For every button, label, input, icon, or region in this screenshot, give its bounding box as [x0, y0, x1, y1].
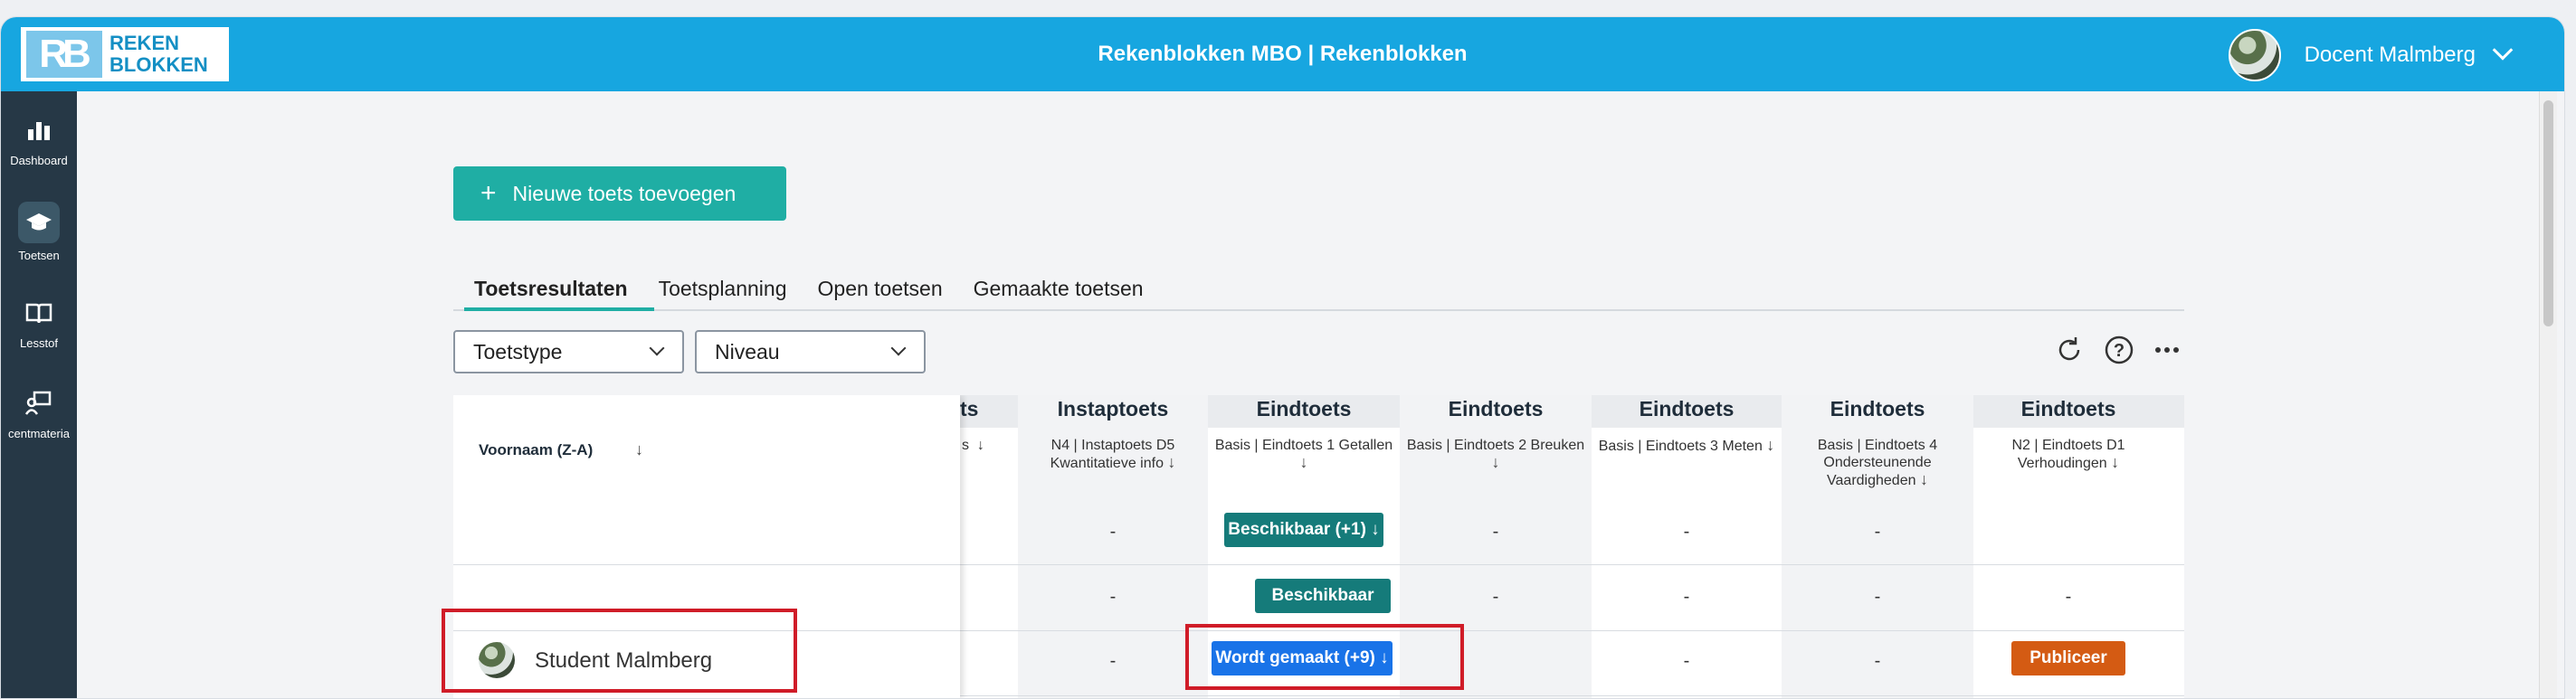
- column-subtitle[interactable]: Basis | Eindtoets 1 Getallen ↓: [1212, 437, 1396, 472]
- graduation-cap-icon: [18, 202, 60, 243]
- column-title: Eindtoets: [1830, 397, 1925, 420]
- add-test-label: Nieuwe toets toevoegen: [512, 181, 737, 205]
- bar-chart-icon: [1, 117, 77, 148]
- column-subtitle[interactable]: N4 | Instaptoets D5 Kwantitatieve info ↓: [1022, 437, 1204, 472]
- sort-arrow-icon: ↓: [1766, 436, 1775, 454]
- sidebar-item-dashboard[interactable]: Dashboard: [1, 117, 77, 167]
- column-subtitle[interactable]: N2 | Eindtoets D1 Verhoudingen ↓: [1977, 437, 2160, 472]
- vertical-scrollbar[interactable]: [2539, 91, 2557, 698]
- status-badge-beschikbaar[interactable]: Beschikbaar (+1) ↓: [1224, 513, 1383, 547]
- user-menu[interactable]: Docent Malmberg: [2228, 29, 2514, 81]
- sort-arrow-icon: ↓: [1491, 453, 1500, 471]
- highlight-status-badge: [1185, 624, 1464, 690]
- table-cell: -: [1109, 522, 1117, 542]
- column-subtitle[interactable]: Basis | Eindtoets 3 Meten ↓: [1595, 437, 1778, 455]
- top-bar: RB REKEN BLOKKEN Rekenblokken MBO | Reke…: [1, 17, 2564, 91]
- toetstype-value: Toetstype: [473, 340, 563, 364]
- table-cell: -: [1492, 587, 1499, 607]
- niveau-select[interactable]: Niveau: [695, 330, 926, 373]
- tab-divider: [453, 309, 2184, 311]
- table-cell: -: [1683, 522, 1690, 542]
- status-badge-beschikbaar[interactable]: Beschikbaar: [1255, 579, 1391, 613]
- column-title: ts: [960, 397, 979, 420]
- table-cell: -: [2065, 587, 2072, 607]
- app-title: Rekenblokken MBO | Rekenblokken: [1098, 42, 1468, 66]
- tab-gemaakte-toetsen[interactable]: Gemaakte toetsen: [974, 277, 1144, 313]
- column-subtitle[interactable]: Basis | Eindtoets 2 Breuken ↓: [1403, 437, 1588, 472]
- sidebar: Dashboard Toetsen Lesstof centmateria: [1, 91, 77, 698]
- help-icon[interactable]: ?: [2104, 335, 2134, 373]
- chevron-down-icon: [890, 340, 907, 356]
- sidebar-item-label: Toetsen: [18, 249, 60, 262]
- user-name: Docent Malmberg: [2304, 43, 2476, 67]
- column-title: Eindtoets: [1639, 397, 1735, 420]
- sort-arrow-icon: ↓: [634, 440, 643, 458]
- table-cell: -: [1874, 587, 1881, 607]
- table-cell: -: [1109, 651, 1117, 671]
- plus-icon: +: [480, 178, 497, 208]
- sidebar-item-docentmateriaal[interactable]: centmateria: [1, 390, 77, 440]
- chevron-down-icon: [2492, 40, 2514, 61]
- refresh-icon[interactable]: [2054, 335, 2085, 373]
- tab-toetsplanning[interactable]: Toetsplanning: [659, 277, 787, 313]
- teacher-board-icon: [1, 390, 77, 421]
- highlight-student-name: [442, 609, 797, 693]
- sidebar-item-label: Dashboard: [10, 154, 68, 167]
- name-column-header[interactable]: Voornaam (Z-A) ↓: [479, 440, 643, 459]
- sort-arrow-icon[interactable]: s ↓: [962, 437, 1014, 454]
- user-avatar: [2228, 29, 2281, 81]
- sidebar-item-label: Lesstof: [20, 336, 58, 350]
- table-cell: -: [1683, 587, 1690, 607]
- active-tab-indicator: [464, 307, 654, 311]
- sort-arrow-icon: ↓: [2111, 453, 2120, 471]
- sidebar-item-lesstof[interactable]: Lesstof: [1, 301, 77, 350]
- table-cell: -: [1874, 651, 1881, 671]
- sidebar-item-label: centmateria: [8, 427, 70, 440]
- add-test-button[interactable]: + Nieuwe toets toevoegen: [453, 166, 786, 221]
- column-subtitle[interactable]: Basis | Eindtoets 4 Ondersteunende Vaard…: [1785, 437, 1970, 489]
- sort-arrow-icon: ↓: [1167, 453, 1176, 471]
- table-cell: -: [1874, 522, 1881, 542]
- column-title: Eindtoets: [1256, 397, 1352, 420]
- column-title: Instaptoets: [1057, 397, 1169, 420]
- column-title: Eindtoets: [2020, 397, 2116, 420]
- more-options-icon[interactable]: [2152, 335, 2182, 373]
- publiceer-button[interactable]: Publiceer: [2011, 641, 2125, 675]
- scrollbar-thumb[interactable]: [2543, 100, 2553, 326]
- sort-arrow-icon: ↓: [1299, 453, 1308, 471]
- table-cell: -: [1492, 522, 1499, 542]
- table-cell: -: [1109, 587, 1117, 607]
- sidebar-item-toetsen[interactable]: Toetsen: [1, 202, 77, 262]
- svg-text:?: ?: [2114, 341, 2124, 361]
- niveau-value: Niveau: [715, 340, 780, 364]
- table-column-partial: ts s ↓: [960, 395, 1018, 698]
- tab-open-toetsen[interactable]: Open toetsen: [818, 277, 943, 313]
- sort-arrow-icon: ↓: [1919, 470, 1928, 488]
- book-icon: [1, 301, 77, 331]
- chevron-down-icon: [649, 340, 665, 356]
- table-cell: -: [1683, 651, 1690, 671]
- toetstype-select[interactable]: Toetstype: [453, 330, 684, 373]
- row-divider: [453, 564, 960, 565]
- column-title: Eindtoets: [1448, 397, 1544, 420]
